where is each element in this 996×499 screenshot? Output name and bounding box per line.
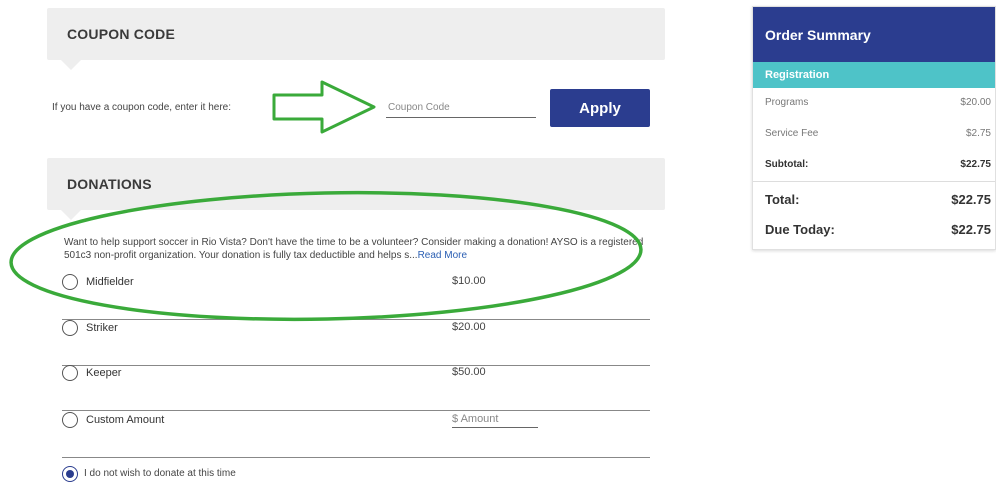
custom-amount-input[interactable] <box>452 410 538 428</box>
coupon-code-input[interactable] <box>386 98 536 118</box>
summary-line-label: Service Fee <box>765 128 819 139</box>
donation-option-amount: $50.00 <box>452 366 486 378</box>
right-arrow-annotation-icon <box>272 80 376 134</box>
ellipse-annotation-icon <box>9 190 643 322</box>
radio-no-donation-selected[interactable] <box>62 466 78 482</box>
donation-option-label: Custom Amount <box>86 414 165 426</box>
donation-option-custom[interactable]: Custom Amount <box>62 410 650 458</box>
total-label: Total: <box>765 192 800 207</box>
no-donation-label: I do not wish to donate at this time <box>84 468 236 479</box>
summary-line-service-fee: Service Fee $2.75 <box>753 119 995 150</box>
radio-selected-dot <box>66 470 74 478</box>
donation-option-keeper[interactable]: Keeper $50.00 <box>62 365 650 411</box>
radio-keeper[interactable] <box>62 365 78 381</box>
order-summary-header: Order Summary <box>753 7 995 62</box>
due-today-label: Due Today: <box>765 222 835 237</box>
summary-subtotal: Subtotal: $22.75 <box>753 150 995 181</box>
radio-custom-amount[interactable] <box>62 412 78 428</box>
order-summary-title: Order Summary <box>765 27 871 43</box>
apply-coupon-button[interactable]: Apply <box>550 89 650 127</box>
subtotal-label: Subtotal: <box>765 159 809 170</box>
summary-line-value: $2.75 <box>965 128 991 139</box>
total-value: $22.75 <box>951 192 991 207</box>
summary-line-label: Programs <box>765 97 809 108</box>
summary-line-value: $20.00 <box>960 97 991 108</box>
registration-section-header: Registration <box>753 62 995 88</box>
order-summary-card: Order Summary Registration Programs $20.… <box>752 6 996 250</box>
subtotal-value: $22.75 <box>960 159 991 170</box>
header-notch <box>61 60 81 70</box>
registration-section-title: Registration <box>765 69 830 81</box>
coupon-prompt-text: If you have a coupon code, enter it here… <box>52 102 232 113</box>
summary-line-programs: Programs $20.00 <box>753 88 995 119</box>
coupon-section-header: COUPON CODE <box>47 8 665 70</box>
due-today-value: $22.75 <box>951 222 991 237</box>
donation-option-label: Keeper <box>86 367 122 379</box>
coupon-section-title: COUPON CODE <box>67 26 175 42</box>
summary-total: Total: $22.75 <box>753 182 995 212</box>
summary-due-today: Due Today: $22.75 <box>753 212 995 242</box>
